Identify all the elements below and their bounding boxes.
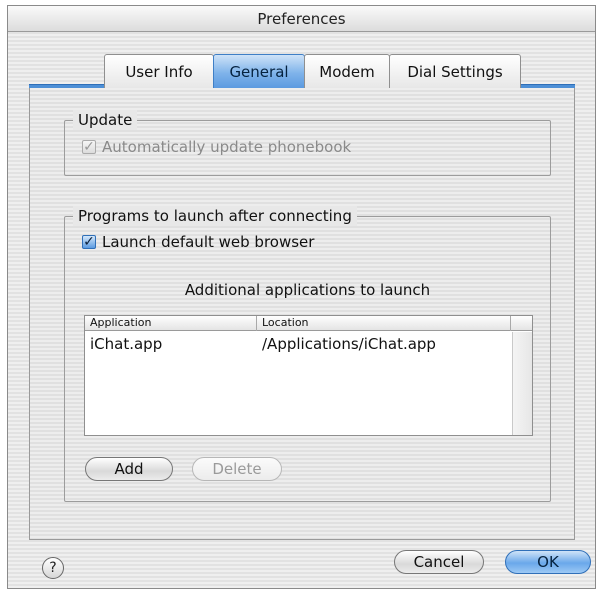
window-title: Preferences <box>8 6 595 32</box>
table-scrollbar[interactable] <box>512 332 532 435</box>
general-pane: Update ✓ Automatically update phonebook … <box>29 88 575 540</box>
applications-table[interactable]: Application Location iChat.app /Applicat… <box>84 315 533 436</box>
row-location[interactable]: /Applications/iChat.app <box>257 334 511 354</box>
tab-user-info[interactable]: User Info <box>104 54 214 88</box>
tab-dial-settings[interactable]: Dial Settings <box>389 54 521 88</box>
tab-modem[interactable]: Modem <box>304 54 390 88</box>
launch-browser-row[interactable]: ✓ Launch default web browser <box>82 233 314 251</box>
programs-legend: Programs to launch after connecting <box>73 206 357 226</box>
column-application[interactable]: Application <box>85 316 257 331</box>
delete-button: Delete <box>192 457 282 481</box>
auto-update-label: Automatically update phonebook <box>102 138 352 156</box>
tab-general[interactable]: General <box>213 54 305 88</box>
preferences-window: Preferences User Info General Modem Dial… <box>7 5 596 589</box>
auto-update-row: ✓ Automatically update phonebook <box>82 138 351 156</box>
table-row[interactable]: iChat.app /Applications/iChat.app <box>85 334 512 354</box>
launch-browser-checkbox[interactable]: ✓ <box>82 235 96 249</box>
ok-button[interactable]: OK <box>505 550 591 574</box>
update-legend: Update <box>73 110 138 130</box>
auto-update-checkbox: ✓ <box>82 139 96 155</box>
help-icon[interactable]: ? <box>42 557 64 579</box>
launch-browser-label[interactable]: Launch default web browser <box>102 233 314 251</box>
additional-apps-heading: Additional applications to launch <box>184 281 431 299</box>
table-header: Application Location <box>85 316 532 331</box>
tab-bar: User Info General Modem Dial Settings <box>104 54 521 88</box>
update-group: Update ✓ Automatically update phonebook <box>64 110 551 176</box>
cancel-button[interactable]: Cancel <box>394 550 484 574</box>
column-spacer <box>511 316 532 331</box>
programs-group: Programs to launch after connecting ✓ La… <box>64 206 551 502</box>
add-button[interactable]: Add <box>85 457 173 481</box>
column-location[interactable]: Location <box>257 316 511 331</box>
row-application[interactable]: iChat.app <box>85 334 257 354</box>
